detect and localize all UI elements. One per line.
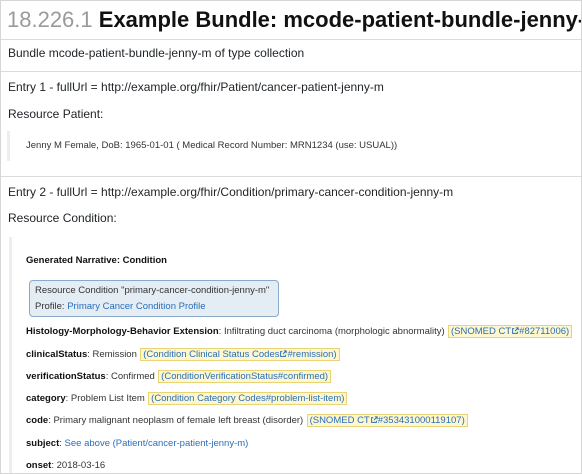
page-title: Example Bundle: mcode-patient-bundle-jen… <box>98 7 582 32</box>
entry-1-header: Entry 1 - fullUrl = http://example.org/f… <box>8 80 384 94</box>
generated-narrative-heading: Generated Narrative: Condition <box>26 255 167 266</box>
entry-1-narrative-bar <box>7 131 10 161</box>
category-value: Problem List Item <box>70 393 145 404</box>
code-code: #353431000119107) <box>377 415 465 426</box>
histology-value: Infiltrating duct carcinoma (morphologic… <box>223 326 445 337</box>
resource-id-line: Resource Condition "primary-cancer-condi… <box>35 285 270 296</box>
profile-line: Profile: Primary Cancer Condition Profil… <box>35 301 206 312</box>
verification-status-code-badge: (ConditionVerificationStatus#confirmed) <box>158 370 332 383</box>
divider <box>1 176 581 177</box>
onset-value: 2018-03-16 <box>56 460 106 471</box>
code-value: Primary malignant neoplasm of female lef… <box>53 415 304 426</box>
clinical-status-value: Remission <box>92 349 137 360</box>
category-label: category <box>26 393 66 404</box>
page-frame: 18.226.1 Example Bundle: mcode-patient-b… <box>0 0 582 474</box>
clinical-status-codes-link[interactable]: Condition Clinical Status Codes <box>146 349 279 360</box>
clinical-status-code: #remission) <box>287 349 337 360</box>
entry-2-header: Entry 2 - fullUrl = http://example.org/f… <box>8 185 454 199</box>
clinical-status-row: clinicalStatus: Remission (Condition Cli… <box>26 346 340 361</box>
external-link-icon <box>370 416 378 423</box>
entry-2-narrative-bar <box>9 237 12 473</box>
verification-status-value: Confirmed <box>111 371 155 382</box>
onset-label: onset <box>26 460 52 471</box>
entry-1-resource-title: Resource Patient: <box>8 107 104 121</box>
verification-status-code: #confirmed) <box>277 371 329 382</box>
divider <box>1 39 581 40</box>
code-row: code: Primary malignant neoplasm of fema… <box>26 412 468 427</box>
histology-code-badge: (SNOMED CT #82711006) <box>448 325 573 338</box>
verification-status-link[interactable]: ConditionVerificationStatus <box>164 371 278 382</box>
clinical-status-code-badge: (Condition Clinical Status Codes #remissi… <box>140 348 340 361</box>
clinical-status-label: clinicalStatus <box>26 349 88 360</box>
profile-link[interactable]: Primary Cancer Condition Profile <box>67 301 205 312</box>
subject-row: subject: See above (Patient/cancer-patie… <box>26 435 248 449</box>
verification-status-row: verificationStatus: Confirmed (Condition… <box>26 368 332 383</box>
histology-code: #82711006) <box>519 326 570 337</box>
category-code: #problem-list-item) <box>265 393 345 404</box>
code-label: code <box>26 415 49 426</box>
page-heading: 18.226.1 Example Bundle: mcode-patient-b… <box>7 6 582 34</box>
histology-row: Histology-Morphology-Behavior Extension:… <box>26 323 573 338</box>
snomed-link[interactable]: SNOMED CT <box>454 326 511 337</box>
profile-prefix: Profile: <box>35 301 68 312</box>
resource-profile-box: Resource Condition "primary-cancer-condi… <box>29 280 279 317</box>
histology-label: Histology-Morphology-Behavior Extension <box>26 326 219 337</box>
subject-label: subject <box>26 438 60 449</box>
category-codes-link[interactable]: Condition Category Codes <box>154 393 265 404</box>
section-number: 18.226.1 <box>7 7 93 32</box>
onset-row: onset: 2018-03-16 <box>26 457 105 471</box>
subject-link[interactable]: See above (Patient/cancer-patient-jenny-… <box>65 438 249 449</box>
verification-status-label: verificationStatus <box>26 371 106 382</box>
category-row: category: Problem List Item (Condition C… <box>26 390 348 405</box>
snomed-link[interactable]: SNOMED CT <box>313 415 370 426</box>
bundle-summary: Bundle mcode-patient-bundle-jenny-m of t… <box>8 46 305 60</box>
divider <box>1 71 581 72</box>
entry-2-resource-title: Resource Condition: <box>8 211 117 225</box>
code-code-badge: (SNOMED CT #353431000119107) <box>306 414 468 427</box>
entry-1-narrative: Jenny M Female, DoB: 1965-01-01 ( Medica… <box>26 140 398 151</box>
external-link-icon <box>512 327 519 334</box>
category-code-badge: (Condition Category Codes#problem-list-i… <box>148 392 348 405</box>
